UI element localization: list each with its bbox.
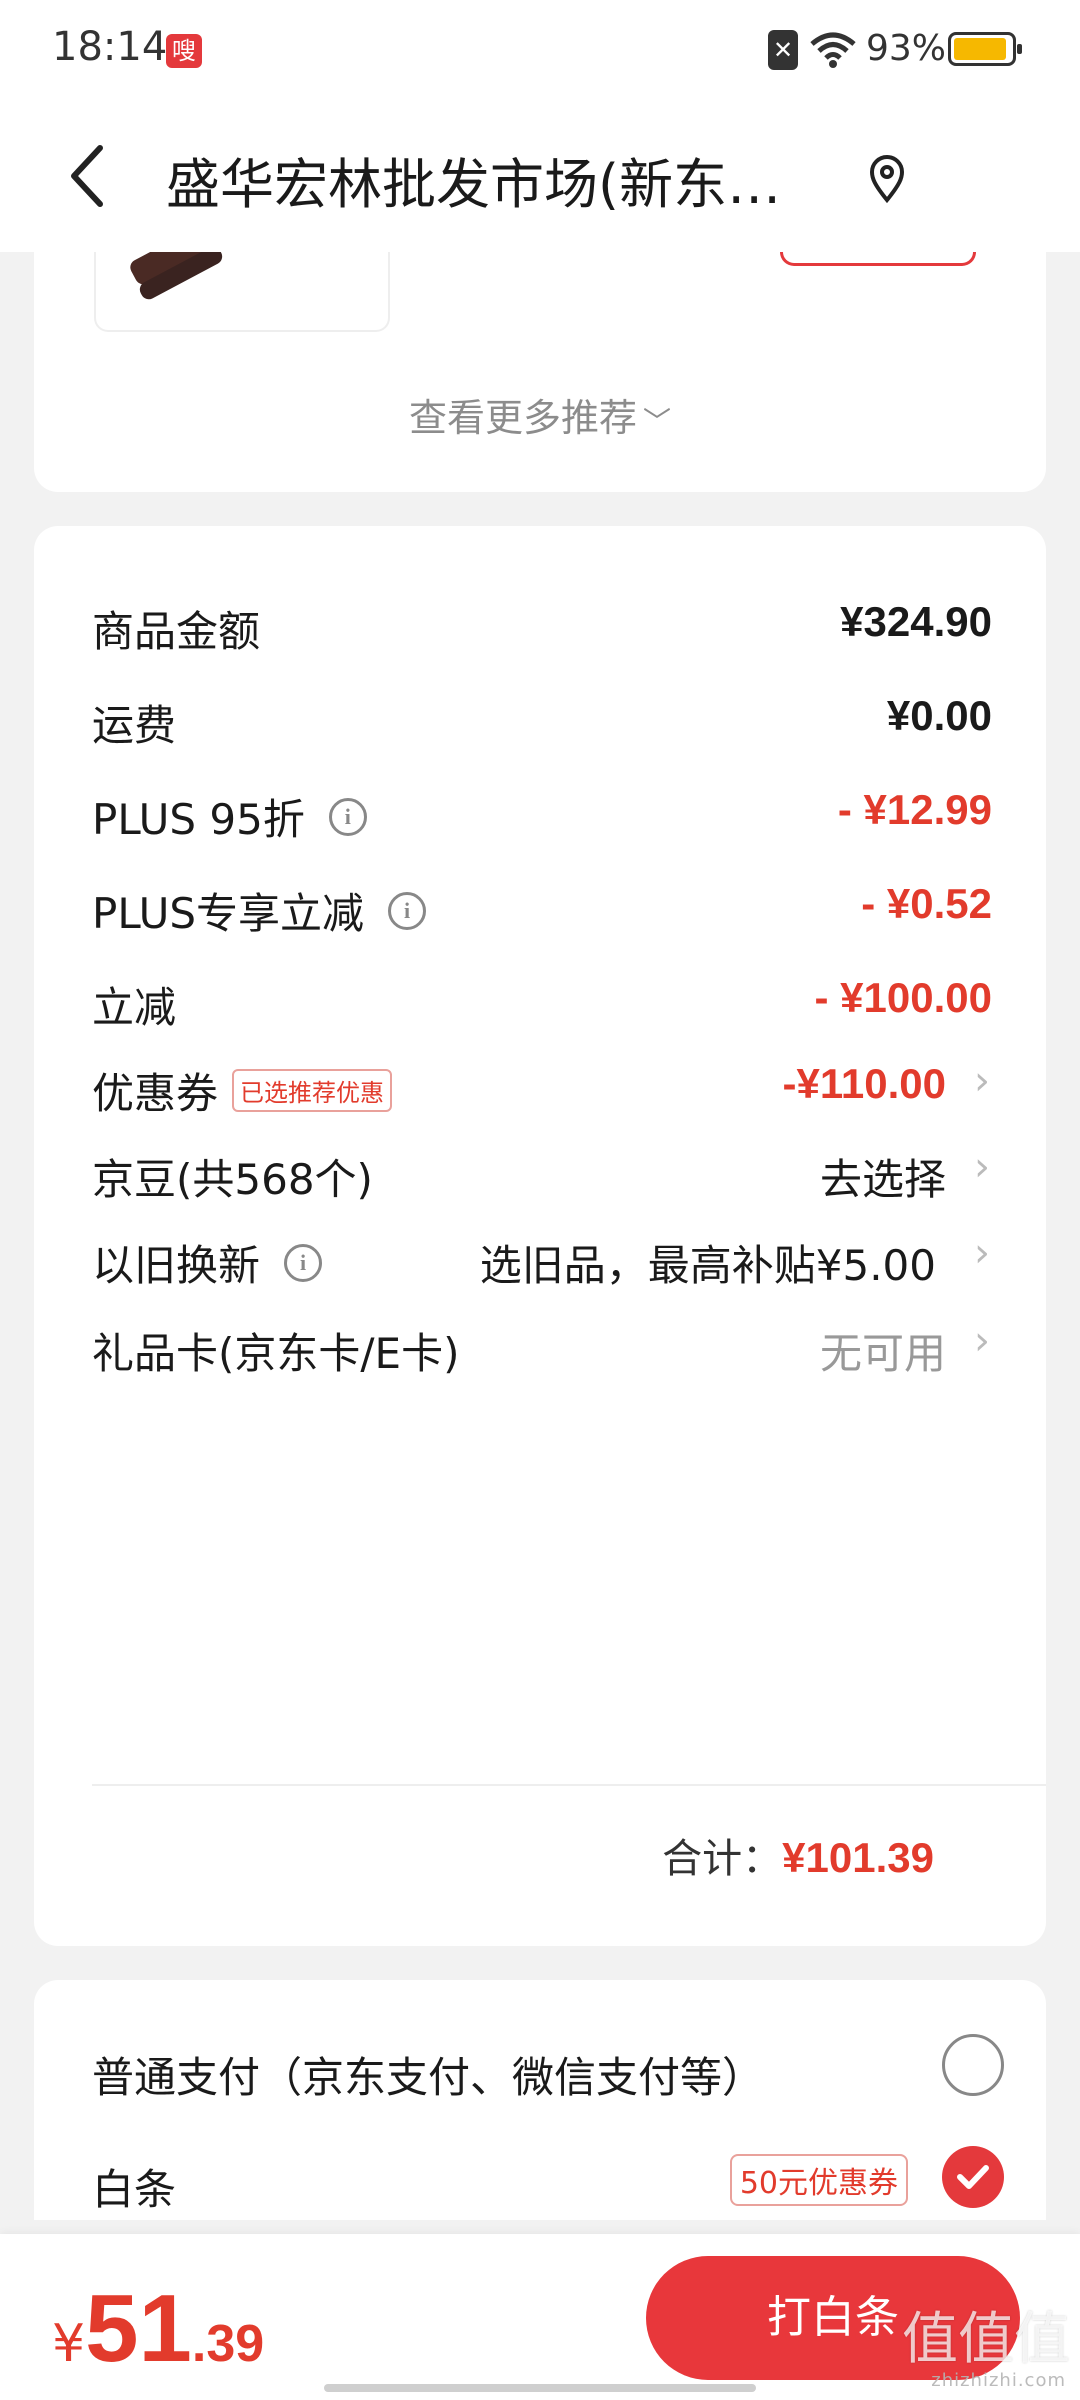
coupon-selected-tag: 已选推荐优惠: [232, 1069, 393, 1112]
status-time: 18:14: [52, 24, 168, 70]
payment-options-card: 普通支付（京东支付、微信支付等） 白条 50元优惠券: [34, 1980, 1046, 2220]
coupon-label: 优惠券 已选推荐优惠: [92, 1060, 393, 1121]
see-more-label: 查看更多推荐: [408, 396, 637, 440]
page-header: 盛华宏林批发市场(新东…: [0, 100, 1080, 252]
info-icon[interactable]: i: [284, 1243, 323, 1282]
total-label: 合计：: [662, 1836, 783, 1882]
chevron-right-icon: ›: [974, 1058, 990, 1104]
total-value: ¥101.39: [782, 1834, 934, 1881]
order-total: 合计：¥101.39: [662, 1826, 934, 1884]
recommend-card: 查看更多推荐 ﹀: [34, 252, 1046, 492]
chevron-right-icon: ›: [974, 1318, 990, 1364]
baitiao-coupon-tag: 50元优惠券: [729, 2154, 908, 2206]
checkmark-icon: [957, 2165, 989, 2189]
jingdou-select: 去选择: [819, 1155, 946, 1204]
summary-row-trade-in[interactable]: 以旧换新 i 选旧品，最高补贴¥5.00 ›: [92, 1230, 992, 1332]
chevron-right-icon: ›: [974, 1144, 990, 1190]
jingdou-label: 京豆(共568个): [92, 1155, 373, 1204]
status-bar: 18:14 嗖 ✕ 93%: [0, 0, 1080, 100]
shipping-label: 运费: [92, 701, 177, 750]
price-currency: ¥: [52, 2314, 86, 2374]
info-icon[interactable]: i: [328, 797, 367, 836]
price-integer: 51: [85, 2275, 192, 2382]
gift-card-label: 礼品卡(京东卡/E卡): [92, 1329, 460, 1378]
home-indicator[interactable]: [324, 2384, 756, 2392]
coupon-value: -¥110.00: [782, 1060, 947, 1107]
trade-in-value: 选旧品，最高补贴¥5.00: [479, 1241, 936, 1290]
info-icon[interactable]: i: [388, 891, 427, 930]
pay-amount: ¥51.39: [52, 2274, 264, 2384]
payment-normal-radio[interactable]: [942, 2034, 1004, 2096]
page-title: 盛华宏林批发市场(新东…: [166, 153, 782, 216]
goods-amount-value: ¥324.90: [840, 598, 992, 645]
battery-percent: 93%: [866, 28, 947, 69]
summary-row-shipping: 运费 ¥0.00: [92, 692, 992, 792]
back-arrow-icon[interactable]: [60, 136, 116, 216]
add-to-cart-button[interactable]: [780, 252, 976, 266]
summary-row-jingdou[interactable]: 京豆(共568个) 去选择 ›: [92, 1144, 992, 1246]
watermark-url: zhizhizhi.com: [931, 2370, 1066, 2391]
instant-reduce-value: - ¥100.00: [814, 974, 992, 1021]
no-sim-icon: ✕: [768, 30, 798, 70]
app-notification-icon: 嗖: [166, 34, 202, 68]
trade-in-label: 以旧换新 i: [92, 1232, 323, 1293]
checkout-bar: ¥51.39 打白条 值值值 zhizhizhi.com: [0, 2234, 1080, 2400]
order-summary-card: 商品金额 ¥324.90 运费 ¥0.00 PLUS 95折 i - ¥12.99…: [34, 526, 1046, 1946]
summary-row-coupon[interactable]: 优惠券 已选推荐优惠 -¥110.00 ›: [92, 1058, 992, 1160]
shipping-value: ¥0.00: [886, 692, 992, 739]
chevron-down-icon: ﹀: [643, 405, 672, 438]
plus-reduce-label: PLUS专享立减 i: [92, 880, 427, 941]
payment-option-normal[interactable]: 普通支付（京东支付、微信支付等）: [92, 2034, 1032, 2144]
see-more-recommend[interactable]: 查看更多推荐 ﹀: [34, 387, 1046, 442]
plus-discount-value: - ¥12.99: [837, 786, 992, 833]
payment-normal-label: 普通支付（京东支付、微信支付等）: [92, 2053, 765, 2102]
product-thumbnail[interactable]: [94, 252, 390, 332]
payment-baitiao-radio-checked[interactable]: [942, 2146, 1004, 2208]
price-decimal: .39: [191, 2315, 265, 2373]
summary-row-plus-reduce: PLUS专享立减 i - ¥0.52: [92, 880, 992, 980]
instant-reduce-label: 立减: [92, 983, 177, 1032]
summary-row-instant-reduce: 立减 - ¥100.00: [92, 974, 992, 1074]
chevron-right-icon: ›: [974, 1230, 990, 1276]
plus-reduce-value: - ¥0.52: [861, 880, 992, 927]
wifi-icon: [810, 32, 856, 68]
summary-row-gift-card[interactable]: 礼品卡(京东卡/E卡) 无可用 ›: [92, 1318, 992, 1420]
battery-icon: [948, 32, 1022, 66]
payment-baitiao-label: 白条: [92, 2165, 177, 2214]
goods-amount-label: 商品金额: [92, 607, 261, 656]
summary-row-goods: 商品金额 ¥324.90: [92, 598, 992, 698]
location-pin-icon[interactable]: [862, 150, 912, 206]
divider: [92, 1784, 1046, 1786]
gift-card-value: 无可用: [819, 1329, 946, 1378]
summary-row-plus-discount: PLUS 95折 i - ¥12.99: [92, 786, 992, 886]
watermark-logo: 值值值: [902, 2307, 1070, 2372]
plus-discount-label: PLUS 95折 i: [92, 786, 367, 847]
